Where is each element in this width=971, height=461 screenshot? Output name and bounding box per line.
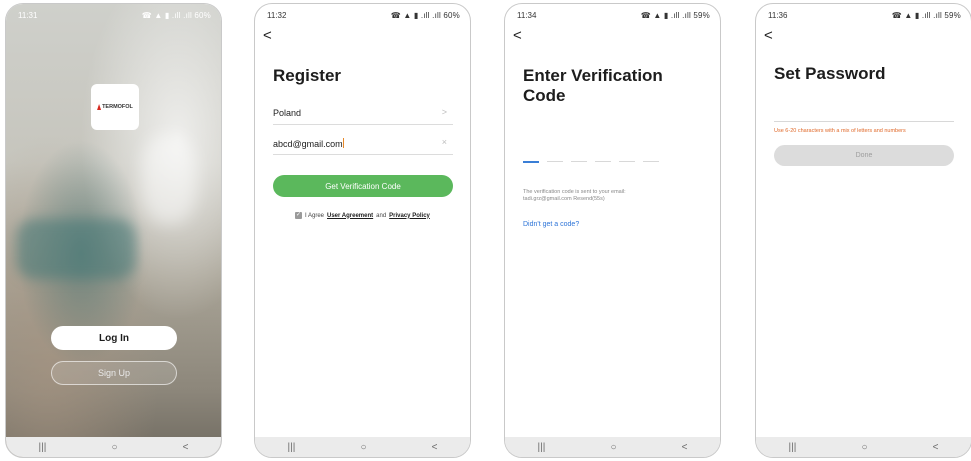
system-navbar: ||| ○ < bbox=[255, 437, 470, 457]
page-title: Set Password bbox=[774, 64, 886, 83]
recent-apps-icon[interactable]: ||| bbox=[538, 442, 546, 453]
home-icon[interactable]: ○ bbox=[360, 442, 366, 453]
clear-icon[interactable]: × bbox=[442, 137, 447, 147]
set-password-screen: 11:36 ☎ ▲ ▮ .ıll .ıll 59% < Set Password… bbox=[755, 3, 971, 458]
email-field[interactable]: abcd@gmail.com × bbox=[273, 130, 453, 155]
verification-code-input[interactable] bbox=[523, 161, 659, 163]
back-arrow-icon[interactable]: < bbox=[513, 28, 522, 43]
status-time: 11:31 bbox=[18, 11, 38, 20]
system-navbar: ||| ○ < bbox=[6, 437, 221, 457]
status-icons: ☎ ▲ ▮ .ıll .ıll 60% bbox=[390, 11, 460, 20]
code-digit bbox=[643, 161, 659, 162]
background-photo bbox=[6, 4, 221, 457]
info-line-2[interactable]: tadi.grz@gmail.com Resend(55s) bbox=[523, 196, 626, 203]
verification-info: The verification code is sent to your em… bbox=[523, 189, 626, 203]
code-digit bbox=[523, 161, 539, 163]
info-line-1: The verification code is sent to your em… bbox=[523, 189, 626, 195]
email-value: abcd@gmail.com bbox=[273, 139, 343, 149]
country-value: Poland bbox=[273, 108, 302, 118]
status-bar: 11:32 ☎ ▲ ▮ .ıll .ıll 60% bbox=[255, 4, 470, 26]
back-arrow-icon[interactable]: < bbox=[263, 28, 272, 43]
login-button[interactable]: Log In bbox=[51, 326, 177, 350]
chevron-right-icon: > bbox=[441, 107, 447, 117]
status-bar: 11:34 ☎ ▲ ▮ .ıll .ıll 59% bbox=[505, 4, 720, 26]
agreement-row: ✓ I Agree User Agreement and Privacy Pol… bbox=[295, 212, 430, 219]
signup-button[interactable]: Sign Up bbox=[51, 361, 177, 385]
status-time: 11:36 bbox=[768, 11, 788, 20]
home-icon[interactable]: ○ bbox=[861, 442, 867, 453]
termofol-logo-icon bbox=[97, 104, 102, 110]
system-navbar: ||| ○ < bbox=[756, 437, 971, 457]
password-hint: Use 6-20 characters with a mix of letter… bbox=[774, 128, 906, 134]
status-bar: 11:36 ☎ ▲ ▮ .ıll .ıll 59% bbox=[756, 4, 971, 26]
status-icons: ☎ ▲ ▮ .ıll .ıll 60% bbox=[141, 11, 211, 20]
status-icons: ☎ ▲ ▮ .ıll .ıll 59% bbox=[640, 11, 710, 20]
home-icon[interactable]: ○ bbox=[610, 442, 616, 453]
system-navbar: ||| ○ < bbox=[505, 437, 720, 457]
verification-screen: 11:34 ☎ ▲ ▮ .ıll .ıll 59% < Enter Verifi… bbox=[504, 3, 721, 458]
title-line-2: Code bbox=[523, 86, 566, 105]
back-nav-icon[interactable]: < bbox=[432, 442, 438, 453]
page-title: Enter Verification Code bbox=[523, 66, 663, 106]
code-digit bbox=[595, 161, 611, 162]
back-nav-icon[interactable]: < bbox=[183, 442, 189, 453]
user-agreement-link[interactable]: User Agreement bbox=[327, 213, 373, 219]
done-button[interactable]: Done bbox=[774, 145, 954, 166]
home-icon[interactable]: ○ bbox=[111, 442, 117, 453]
login-screen: 11:31 ☎ ▲ ▮ .ıll .ıll 60% TERMOFOL Log I… bbox=[5, 3, 222, 458]
back-arrow-icon[interactable]: < bbox=[764, 28, 773, 43]
code-digit bbox=[547, 161, 563, 162]
status-time: 11:32 bbox=[267, 11, 287, 20]
text-cursor bbox=[342, 138, 344, 148]
and-text: and bbox=[376, 212, 387, 219]
recent-apps-icon[interactable]: ||| bbox=[789, 442, 797, 453]
status-bar: 11:31 ☎ ▲ ▮ .ıll .ıll 60% bbox=[6, 4, 221, 26]
status-time: 11:34 bbox=[517, 11, 537, 20]
code-digit bbox=[619, 161, 635, 162]
back-nav-icon[interactable]: < bbox=[933, 442, 939, 453]
register-screen: 11:32 ☎ ▲ ▮ .ıll .ıll 60% < Register Pol… bbox=[254, 3, 471, 458]
recent-apps-icon[interactable]: ||| bbox=[39, 442, 47, 453]
back-nav-icon[interactable]: < bbox=[682, 442, 688, 453]
agreement-checkbox[interactable]: ✓ bbox=[295, 212, 302, 219]
status-icons: ☎ ▲ ▮ .ıll .ıll 59% bbox=[891, 11, 961, 20]
title-line-1: Enter Verification bbox=[523, 66, 663, 85]
app-logo: TERMOFOL bbox=[91, 84, 139, 130]
password-field[interactable] bbox=[774, 121, 954, 122]
get-verification-code-button[interactable]: Get Verification Code bbox=[273, 175, 453, 197]
agree-prefix: I Agree bbox=[305, 212, 325, 219]
recent-apps-icon[interactable]: ||| bbox=[288, 442, 296, 453]
no-code-link[interactable]: Didn't get a code? bbox=[523, 221, 579, 228]
page-title: Register bbox=[273, 66, 342, 85]
code-digit bbox=[571, 161, 587, 162]
privacy-policy-link[interactable]: Privacy Policy bbox=[389, 213, 430, 219]
country-selector[interactable]: Poland > bbox=[273, 100, 453, 125]
logo-text: TERMOFOL bbox=[102, 104, 133, 110]
